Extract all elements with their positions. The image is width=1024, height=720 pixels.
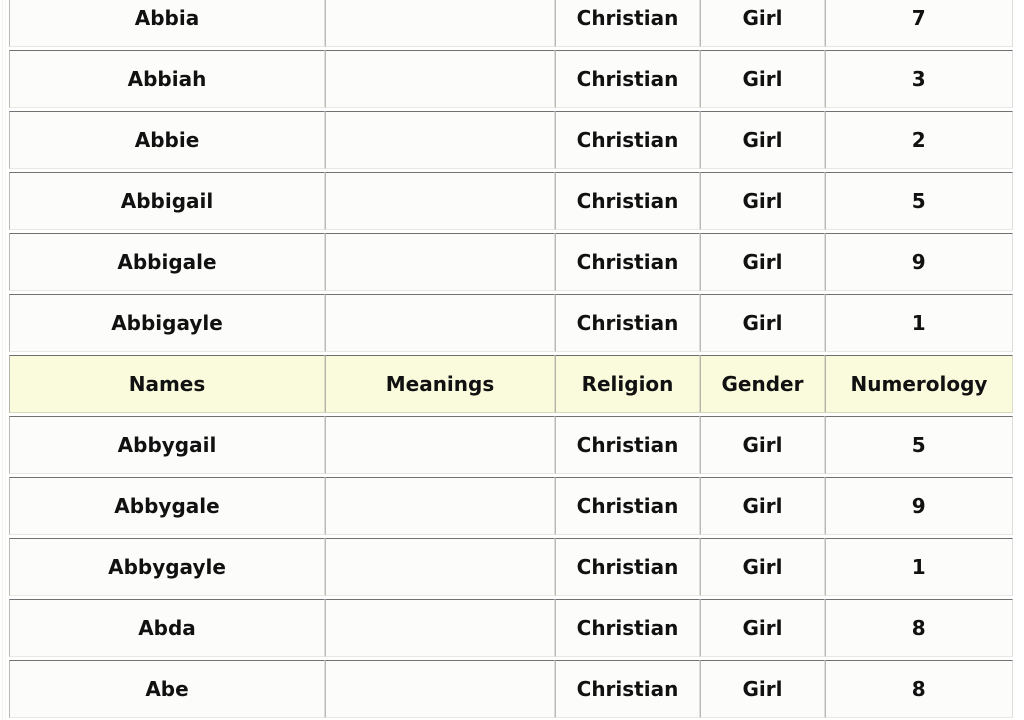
cell-name: Abbia	[9, 0, 325, 47]
column-header-religion[interactable]: Religion	[555, 355, 700, 413]
cell-religion: Christian	[555, 172, 700, 230]
cell-meaning	[325, 477, 555, 535]
cell-religion: Christian	[555, 477, 700, 535]
cell-meaning	[325, 172, 555, 230]
table-row: Abbygayle Christian Girl 1	[9, 538, 1013, 596]
cell-numerology: 1	[825, 538, 1013, 596]
cell-gender: Girl	[700, 660, 825, 718]
page-root: Abbia Christian Girl 7 Abbiah Christian Girl 3 A…	[0, 0, 1024, 720]
cell-numerology: 8	[825, 660, 1013, 718]
cell-meaning	[325, 538, 555, 596]
cell-name: Abbiah	[9, 50, 325, 108]
cell-numerology: 2	[825, 111, 1013, 169]
cell-numerology: 3	[825, 50, 1013, 108]
table-header-row: Names Meanings Religion Gender Numerology	[9, 355, 1013, 413]
cell-religion: Christian	[555, 660, 700, 718]
table-row: Abbie Christian Girl 2	[9, 111, 1013, 169]
cell-name: Abbygayle	[9, 538, 325, 596]
cell-numerology: 1	[825, 294, 1013, 352]
cell-gender: Girl	[700, 111, 825, 169]
cell-numerology: 5	[825, 416, 1013, 474]
table-row: Abbygail Christian Girl 5	[9, 416, 1013, 474]
cell-numerology: 9	[825, 233, 1013, 291]
cell-name: Abda	[9, 599, 325, 657]
cell-numerology: 7	[825, 0, 1013, 47]
cell-name: Abbigale	[9, 233, 325, 291]
cell-name: Abbygail	[9, 416, 325, 474]
cell-name: Abbygale	[9, 477, 325, 535]
cell-meaning	[325, 50, 555, 108]
cell-religion: Christian	[555, 294, 700, 352]
cell-religion: Christian	[555, 538, 700, 596]
table-row: Abbiah Christian Girl 3	[9, 50, 1013, 108]
column-header-meaning[interactable]: Meanings	[325, 355, 555, 413]
cell-gender: Girl	[700, 50, 825, 108]
table-row: Abbigale Christian Girl 9	[9, 233, 1013, 291]
cell-meaning	[325, 233, 555, 291]
cell-name: Abbigayle	[9, 294, 325, 352]
cell-religion: Christian	[555, 233, 700, 291]
table-row: Abbigayle Christian Girl 1	[9, 294, 1013, 352]
column-header-numerology[interactable]: Numerology	[825, 355, 1013, 413]
table-row: Abda Christian Girl 8	[9, 599, 1013, 657]
cell-meaning	[325, 599, 555, 657]
cell-religion: Christian	[555, 599, 700, 657]
cell-meaning	[325, 111, 555, 169]
table-row: Abbygale Christian Girl 9	[9, 477, 1013, 535]
cell-meaning	[325, 0, 555, 47]
column-header-name[interactable]: Names	[9, 355, 325, 413]
cell-name: Abbie	[9, 111, 325, 169]
baby-names-table: Abbia Christian Girl 7 Abbiah Christian Girl 3 A…	[9, 0, 1013, 720]
cell-gender: Girl	[700, 599, 825, 657]
table-row: Abe Christian Girl 8	[9, 660, 1013, 718]
cell-religion: Christian	[555, 50, 700, 108]
cell-numerology: 9	[825, 477, 1013, 535]
cell-meaning	[325, 416, 555, 474]
cell-religion: Christian	[555, 0, 700, 47]
cell-gender: Girl	[700, 233, 825, 291]
cell-religion: Christian	[555, 416, 700, 474]
cell-religion: Christian	[555, 111, 700, 169]
column-header-gender[interactable]: Gender	[700, 355, 825, 413]
cell-name: Abbigail	[9, 172, 325, 230]
cell-numerology: 5	[825, 172, 1013, 230]
cell-gender: Girl	[700, 0, 825, 47]
cell-gender: Girl	[700, 172, 825, 230]
table-row: Abbigail Christian Girl 5	[9, 172, 1013, 230]
table-row: Abbia Christian Girl 7	[9, 0, 1013, 47]
cell-meaning	[325, 660, 555, 718]
cell-gender: Girl	[700, 294, 825, 352]
cell-numerology: 8	[825, 599, 1013, 657]
table-body: Abbia Christian Girl 7 Abbiah Christian Girl 3 A…	[9, 0, 1013, 720]
cell-meaning	[325, 294, 555, 352]
cell-gender: Girl	[700, 477, 825, 535]
cell-gender: Girl	[700, 416, 825, 474]
cell-name: Abe	[9, 660, 325, 718]
table-scroll-viewport[interactable]: Abbia Christian Girl 7 Abbiah Christian Girl 3 A…	[0, 0, 1024, 720]
cell-gender: Girl	[700, 538, 825, 596]
